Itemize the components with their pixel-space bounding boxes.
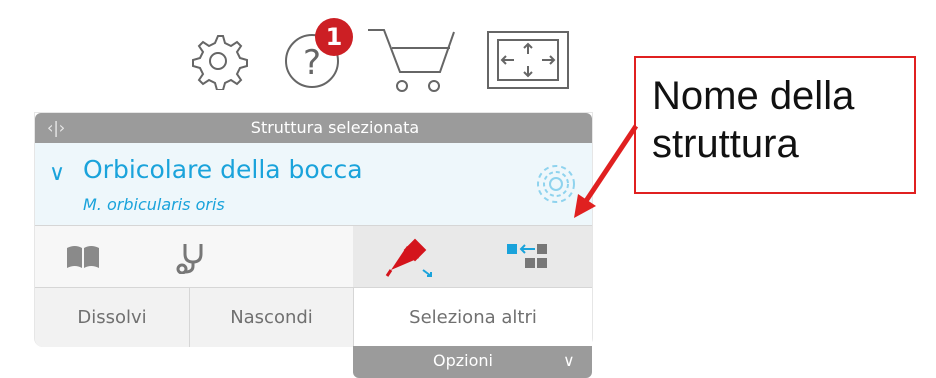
collapse-arrows-icon[interactable]: ‹|› [47, 113, 65, 143]
select-others-button[interactable]: Seleziona altri [354, 288, 592, 347]
notification-badge: 1 [315, 18, 353, 56]
select-others-icon[interactable] [505, 240, 555, 274]
icon-cell-left [35, 226, 353, 288]
selected-structure-panel: ‹|› Struttura selezionata ∨ Orbicolare d… [35, 113, 592, 347]
annotation-line-1: Nome della [652, 74, 855, 118]
structure-info: ∨ Orbicolare della bocca M. orbicularis … [35, 143, 592, 225]
options-dropdown[interactable]: Opzioni ∨ [353, 346, 592, 378]
cart-icon[interactable] [366, 26, 458, 96]
structure-name: Orbicolare della bocca [83, 155, 363, 184]
fullscreen-icon[interactable] [486, 30, 570, 90]
hide-button[interactable]: Nascondi [190, 288, 354, 347]
fade-button[interactable]: Dissolvi [35, 288, 190, 347]
options-label: Opzioni [433, 351, 493, 370]
panel-header: ‹|› Struttura selezionata [35, 113, 592, 143]
action-icon-row [35, 225, 592, 288]
annotation-arrow-icon [574, 124, 639, 218]
structure-latin-name: M. orbicularis oris [83, 195, 225, 214]
icon-cell-right [353, 226, 592, 288]
panel-title: Struttura selezionata [250, 118, 420, 137]
book-icon[interactable] [65, 244, 101, 270]
stethoscope-icon[interactable] [175, 240, 213, 274]
action-button-row: Dissolvi Nascondi Seleziona altri [35, 287, 592, 347]
pin-icon[interactable] [385, 236, 437, 280]
annotation-line-2: struttura [652, 122, 799, 166]
annotation-callout: Nome della struttura [634, 56, 916, 194]
chevron-down-icon[interactable]: ∨ [49, 161, 65, 186]
chevron-down-icon: ∨ [563, 351, 575, 370]
gear-icon[interactable] [184, 30, 252, 90]
